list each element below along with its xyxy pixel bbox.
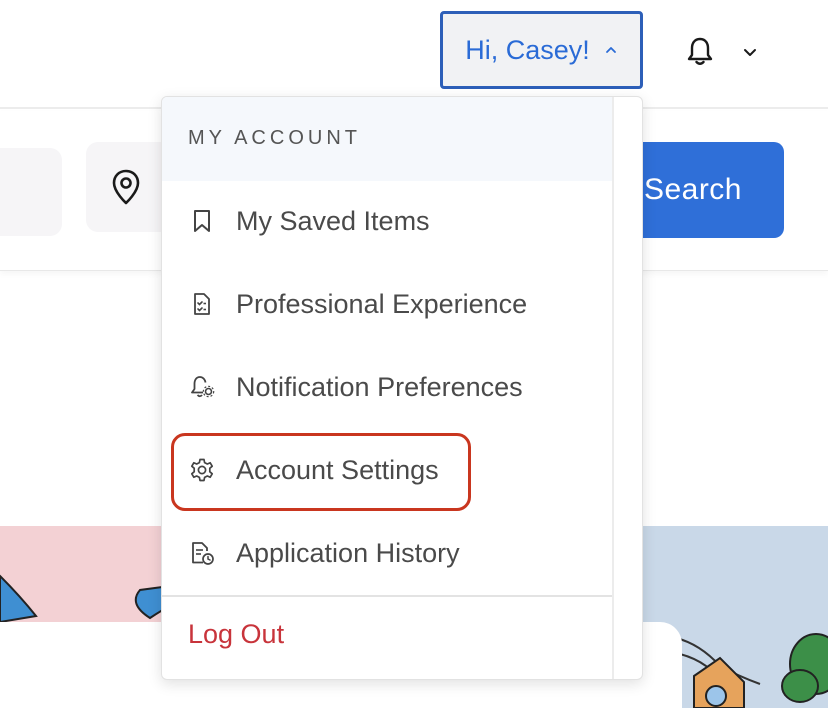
gear-icon <box>189 457 215 483</box>
logout-button[interactable]: Log Out <box>188 619 284 650</box>
menu-item-label: My Saved Items <box>236 205 430 236</box>
search-button-label: Search <box>643 173 742 206</box>
search-button[interactable]: Search <box>620 142 784 238</box>
document-clock-icon <box>189 540 215 566</box>
account-menu-button[interactable]: Hi, Casey! <box>440 11 643 89</box>
greeting-label: Hi, Casey! <box>465 34 590 65</box>
dropdown-scrollbar[interactable] <box>612 97 614 679</box>
menu-item-application-history[interactable]: Application History <box>162 523 612 583</box>
menu-item-label: Professional Experience <box>236 288 528 319</box>
chevron-down-icon <box>744 49 756 56</box>
keyword-search-input[interactable] <box>0 148 62 236</box>
menu-divider <box>162 595 612 597</box>
menu-item-label: Application History <box>236 537 460 568</box>
menu-item-account-settings[interactable]: Account Settings <box>162 440 612 500</box>
chevron-up-icon <box>605 47 616 53</box>
bell-icon <box>687 37 713 65</box>
bookmark-icon <box>189 208 215 234</box>
document-checklist-icon <box>189 291 215 317</box>
menu-item-saved-items[interactable]: My Saved Items <box>162 191 612 251</box>
notifications-dropdown-toggle[interactable] <box>740 42 760 62</box>
bell-settings-icon <box>189 374 215 400</box>
section-title: MY ACCOUNT <box>188 127 361 149</box>
menu-item-professional-experience[interactable]: Professional Experience <box>162 274 612 334</box>
menu-item-label: Notification Preferences <box>236 371 523 402</box>
menu-item-label: Account Settings <box>236 454 439 485</box>
map-pin-icon <box>112 169 140 205</box>
notifications-button[interactable] <box>682 32 718 70</box>
account-dropdown-menu: MY ACCOUNT My Saved Items Professional E… <box>161 96 643 680</box>
top-header: Hi, Casey! <box>0 0 828 109</box>
dropdown-section-header: MY ACCOUNT <box>162 97 612 181</box>
menu-item-notification-preferences[interactable]: Notification Preferences <box>162 357 612 417</box>
